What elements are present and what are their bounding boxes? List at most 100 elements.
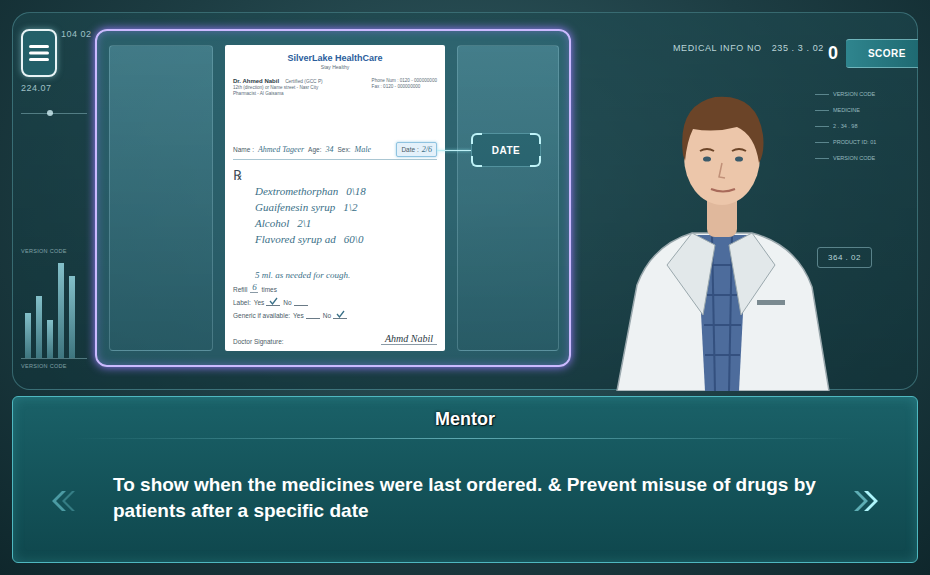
medical-info-number: 235 . 3 . 02 [772, 43, 824, 53]
choice-box[interactable] [306, 309, 320, 319]
choice-label: Yes [254, 299, 265, 306]
hud-bar [25, 258, 31, 358]
score-value: 0 [828, 43, 838, 64]
hud-label: VERSION CODE [21, 248, 87, 254]
date-button[interactable]: DATE [471, 133, 541, 167]
option-label: Label: [233, 299, 251, 306]
doctor-title: Certified (GCC P) [285, 79, 323, 84]
hud-bar-fill [25, 313, 31, 358]
name-label: Name : [233, 146, 254, 153]
patient-age: 34 [325, 145, 333, 154]
date-field[interactable]: Date : 2/6 [396, 142, 437, 157]
prescription: SilverLake HealthCare Stay Healthy Dr. A… [225, 45, 445, 351]
clinic-tagline: Stay Healthy [233, 64, 437, 70]
hud-label: VERSION CODE [815, 155, 876, 161]
option-choice[interactable]: No [323, 309, 347, 319]
previous-arrow-icon [48, 489, 78, 513]
ingredient-amount: 2\1 [297, 216, 311, 230]
ingredient-row: Alcohol 2\1 [255, 216, 437, 230]
mentor-icon [597, 75, 847, 391]
choice-label: Yes [293, 312, 304, 319]
game-screen: 104 02 224.07 VERSION CODE VERSION CODE … [0, 0, 930, 575]
choice-box[interactable] [294, 296, 308, 306]
next-arrow-icon [852, 489, 882, 513]
next-button[interactable] [817, 489, 917, 513]
hud-code: 104 02 [61, 29, 92, 39]
option-label: Generic if available: [233, 312, 290, 319]
ingredient-row: Flavored syrup ad 60\0 [255, 232, 437, 246]
hud-bar [36, 258, 42, 358]
doctor-address: Pharmacist - Al Gaisama [233, 91, 323, 96]
document-panel: SilverLake HealthCare Stay Healthy Dr. A… [95, 29, 571, 367]
ingredient-name: Flavored syrup ad [255, 232, 336, 246]
option-choice[interactable]: Yes [293, 309, 320, 319]
date-value: 2/6 [422, 145, 432, 154]
hud-line [21, 113, 87, 114]
ingredient-name: Dextromethorphan [255, 184, 338, 198]
signature-label: Doctor Signature: [233, 338, 284, 345]
patient-row: Name : Ahmed Tageer Age: 34 Sex: Male Da… [233, 142, 437, 160]
medical-info-label: MEDICAL INFO NO [673, 43, 762, 53]
previous-button[interactable] [13, 489, 113, 513]
tick-icon [269, 297, 278, 305]
choice-box[interactable] [333, 309, 347, 319]
hud-label: MEDICINE [815, 107, 876, 113]
date-button-label: DATE [492, 145, 520, 156]
hud-bar-fill [47, 320, 53, 358]
menu-button[interactable] [21, 29, 57, 77]
tick-icon [336, 310, 345, 318]
side-pane [109, 45, 213, 351]
date-connector [437, 150, 471, 151]
refill-row: Refill 6 times [233, 283, 437, 293]
refill-unit: times [261, 286, 277, 293]
ingredient-row: Guaifenesin syrup1\2 [255, 200, 437, 214]
left-hud: 104 02 224.07 VERSION CODE VERSION CODE [21, 29, 87, 389]
hud-label: VERSION CODE [815, 91, 876, 97]
doctor-name: Dr. Ahmed Nabil [233, 78, 279, 84]
option-row: Label:Yes No [233, 296, 437, 306]
hud-bar-fill [69, 276, 75, 358]
hud-bar-chart [21, 258, 87, 359]
option-choice[interactable]: Yes [254, 296, 281, 306]
patient-name: Ahmed Tageer [258, 145, 304, 154]
hud-labels: VERSION CODE MEDICINE 2 . 34 . 98 PRODUCT I… [815, 91, 876, 161]
option-rows: Label:YesNoGeneric if available:YesNo [233, 293, 437, 319]
hud-bar [69, 258, 75, 358]
rx-symbol: ℞ [233, 168, 437, 182]
score: 0 SCORE [828, 39, 918, 68]
choice-label: No [283, 299, 291, 306]
menu-row: 104 02 [21, 29, 87, 77]
hud-code-box: 364 . 02 [817, 247, 872, 268]
ingredient-row: Dextromethorphan 0\18 [255, 184, 437, 198]
hud-code: 224.07 [21, 83, 87, 93]
ingredient-amount: 60\0 [344, 232, 364, 246]
ingredient-name: Alcohol [255, 216, 289, 230]
hud-bar-fill [36, 296, 42, 358]
signature: Ahmd Nabil [381, 333, 437, 345]
side-pane [457, 45, 559, 351]
hud-bar [47, 258, 53, 358]
hud-label: 2 . 34 . 98 [815, 123, 876, 129]
doctor-contact: Phone Num : 0120 - 000000000 [372, 78, 437, 83]
refill-label: Refill [233, 286, 247, 293]
hud-bar-fill [58, 263, 64, 358]
hud-bars-block: VERSION CODE VERSION CODE [21, 248, 87, 369]
hud-label: PRODUCT ID: 01 [815, 139, 876, 145]
option-choice[interactable]: No [283, 296, 307, 306]
ingredient-name: Guaifenesin syrup [255, 200, 335, 214]
doctor-contact: Fax : 0120 - 000000000 [372, 84, 437, 89]
sex-label: Sex: [337, 146, 350, 153]
dialog-box: Mentor To show when the medicines were l… [12, 396, 918, 563]
medical-info: MEDICAL INFO NO 235 . 3 . 02 [673, 43, 824, 53]
ingredient-amount: 0\18 [346, 184, 366, 198]
doctor-address: 12th (direction) or Name street - Nasr C… [233, 85, 323, 90]
directions: 5 ml. as needed for cough. [233, 270, 437, 280]
choice-box[interactable] [266, 296, 280, 306]
speaker-name: Mentor [13, 397, 917, 430]
hamburger-icon [29, 45, 49, 61]
hud-bar [58, 258, 64, 358]
hud-label: VERSION CODE [21, 363, 87, 369]
dialog-text: To show when the medicines were last ord… [113, 468, 817, 533]
refill-count: 6 [250, 283, 258, 293]
doctor-info: Dr. Ahmed Nabil Certified (GCC P) 12th (… [233, 78, 437, 96]
